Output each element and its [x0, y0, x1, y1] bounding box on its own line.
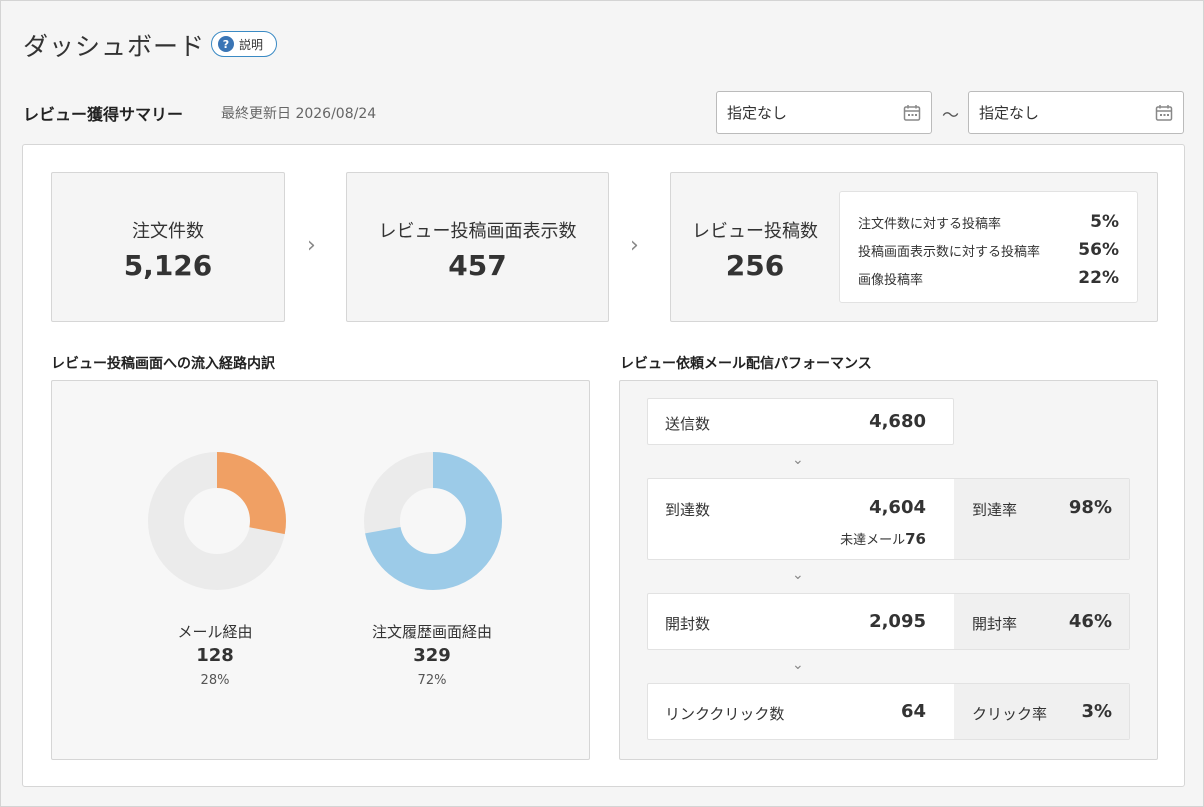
- funnel-left: 送信数 4,680: [648, 399, 954, 444]
- kpi-review-posts: レビュー投稿数 256 注文件数に対する投稿率 5% 投稿画面表示数に対する投稿…: [670, 172, 1158, 322]
- donut-svg: [364, 452, 502, 590]
- rate-label: 画像投稿率: [858, 272, 924, 288]
- rate-row: 投稿画面表示数に対する投稿率 56%: [858, 236, 1119, 264]
- chevron-down-icon: ⌄: [792, 657, 804, 673]
- funnel-value: 4,604: [869, 497, 926, 518]
- summary-title: レビュー獲得サマリー: [23, 105, 184, 124]
- rate-value: 3%: [1081, 701, 1112, 722]
- question-icon: ?: [218, 36, 234, 52]
- rate-value: 5%: [1090, 212, 1119, 232]
- inflow-label: 注文履歴画面経由: [371, 623, 492, 641]
- undelivered-value: 76: [905, 530, 926, 548]
- calendar-icon[interactable]: [1155, 104, 1173, 122]
- inflow-count: 128: [196, 645, 234, 666]
- help-label: 説明: [239, 37, 264, 52]
- date-to-value: 指定なし: [979, 104, 1040, 122]
- kpi-label: レビュー投稿画面表示数: [378, 221, 577, 242]
- rate-row: 注文件数に対する投稿率 5%: [858, 208, 1119, 236]
- funnel-right: 開封率 46%: [954, 594, 1129, 649]
- rate-value: 56%: [1078, 240, 1119, 260]
- kpi-value: 256: [725, 249, 785, 282]
- kpi-label: 注文件数: [132, 221, 204, 242]
- kpi-value: 5,126: [123, 249, 213, 282]
- inflow-panel: メール経由 128 28% 注文履歴画面経由 329 72%: [51, 380, 590, 760]
- rate-label: クリック率: [972, 705, 1048, 723]
- funnel-left: リンククリック数 64: [648, 684, 954, 739]
- chevron-right-icon: ›: [307, 233, 316, 258]
- date-from-input[interactable]: 指定なし: [716, 91, 932, 134]
- chevron-down-icon: ⌄: [792, 567, 804, 583]
- funnel-right: 到達率 98%: [954, 479, 1129, 559]
- rate-label: 開封率: [972, 615, 1018, 633]
- funnel-right: クリック率 3%: [954, 684, 1129, 739]
- post-rates: 注文件数に対する投稿率 5% 投稿画面表示数に対する投稿率 56% 画像投稿率 …: [839, 191, 1138, 303]
- chevron-down-icon: ⌄: [792, 452, 804, 468]
- rate-row: 画像投稿率 22%: [858, 264, 1119, 292]
- rate-value: 22%: [1078, 268, 1119, 288]
- rate-label: 注文件数に対する投稿率: [858, 216, 1002, 232]
- funnel-row-delivered: 到達数 4,604 未達メール76 到達率 98%: [647, 478, 1130, 560]
- inflow-pct: 28%: [200, 673, 230, 688]
- kpi-value: 457: [448, 249, 507, 282]
- inflow-pct: 72%: [417, 673, 447, 688]
- mail-funnel-panel: 送信数 4,680 ⌄ 到達数 4,604 未達メール76 到達率 98% ⌄: [619, 380, 1158, 760]
- rate-value: 98%: [1068, 497, 1112, 518]
- rate-label: 投稿画面表示数に対する投稿率: [858, 244, 1041, 260]
- funnel-row-clicked: リンククリック数 64 クリック率 3%: [647, 683, 1130, 740]
- funnel-value: 2,095: [869, 611, 926, 632]
- date-from-value: 指定なし: [727, 104, 788, 122]
- funnel-label: リンククリック数: [665, 705, 785, 723]
- help-button[interactable]: ? 説明: [211, 31, 277, 57]
- kpi-label: レビュー投稿数: [692, 221, 818, 242]
- funnel-value: 64: [900, 701, 926, 722]
- dashboard-frame: ダッシュボード ? 説明 レビュー獲得サマリー 最終更新日 2026/08/24…: [0, 0, 1204, 807]
- rate-label: 到達率: [972, 501, 1018, 519]
- date-to-input[interactable]: 指定なし: [968, 91, 1184, 134]
- funnel-label: 開封数: [665, 615, 711, 633]
- calendar-icon[interactable]: [903, 104, 921, 122]
- summary-panel: 注文件数 5,126 › レビュー投稿画面表示数 457 › レビュー投稿数 2…: [22, 144, 1185, 787]
- funnel-row-opened: 開封数 2,095 開封率 46%: [647, 593, 1130, 650]
- page-title: ダッシュボード: [23, 32, 206, 61]
- kpi-review-page-views: レビュー投稿画面表示数 457: [346, 172, 609, 322]
- rate-value: 46%: [1068, 611, 1112, 632]
- inflow-label: メール経由: [177, 623, 253, 641]
- funnel-left: 到達数 4,604 未達メール76: [648, 479, 954, 559]
- undelivered: 未達メール76: [840, 529, 926, 548]
- donut-chart-mail: [147, 451, 287, 595]
- funnel-row-sent: 送信数 4,680: [647, 398, 954, 445]
- donut-svg: [148, 452, 286, 590]
- range-separator: ～: [942, 106, 959, 126]
- funnel-label: 到達数: [665, 501, 711, 519]
- mail-section-title: レビュー依頼メール配信パフォーマンス: [620, 356, 872, 372]
- last-updated: 最終更新日 2026/08/24: [221, 106, 377, 122]
- undelivered-label: 未達メール: [840, 533, 906, 548]
- donut-chart-order-history: [363, 451, 503, 595]
- funnel-value: 4,680: [869, 411, 926, 432]
- kpi-orders: 注文件数 5,126: [51, 172, 285, 322]
- inflow-section-title: レビュー投稿画面への流入経路内訳: [51, 356, 275, 372]
- funnel-left: 開封数 2,095: [648, 594, 954, 649]
- inflow-count: 329: [413, 645, 451, 666]
- funnel-label: 送信数: [665, 415, 711, 433]
- chevron-right-icon: ›: [630, 233, 639, 258]
